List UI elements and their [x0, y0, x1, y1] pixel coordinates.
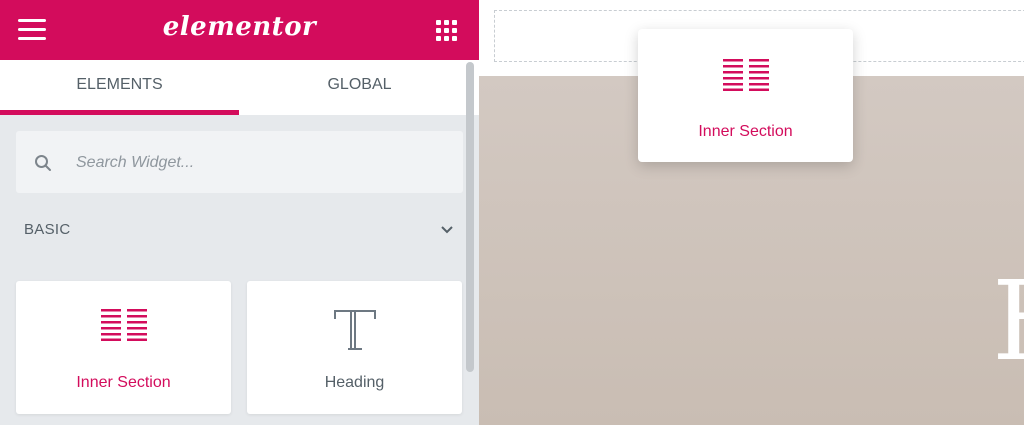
chevron-down-icon: [441, 226, 453, 234]
grid-icon[interactable]: [434, 18, 458, 42]
drag-preview-inner-section[interactable]: Inner Section: [638, 29, 853, 162]
panel-scrollbar[interactable]: [466, 62, 474, 372]
widget-heading[interactable]: Heading: [247, 281, 462, 414]
widget-label: Heading: [324, 374, 385, 391]
tab-elements[interactable]: ELEMENTS: [0, 60, 239, 115]
inner-section-icon: [722, 59, 769, 91]
panel-header: elementor: [0, 0, 479, 60]
panel-tabs: ELEMENTS GLOBAL: [0, 60, 479, 115]
search-box: [16, 131, 463, 193]
inner-section-icon: [100, 309, 147, 341]
widget-label: Inner Section: [76, 374, 171, 391]
editor-panel: elementor ELEMENTS GLOBAL BASIC: [0, 0, 479, 425]
category-basic[interactable]: BASIC: [24, 221, 454, 243]
hero-heading-glyph: H: [992, 266, 1024, 376]
category-label: BASIC: [24, 221, 71, 238]
search-input[interactable]: [74, 147, 448, 179]
drag-preview-label: Inner Section: [698, 123, 793, 140]
widget-inner-section[interactable]: Inner Section: [16, 281, 231, 414]
heading-icon: [333, 310, 376, 350]
elementor-logo: elementor: [162, 12, 317, 42]
search-icon: [35, 155, 51, 171]
tab-global[interactable]: GLOBAL: [240, 60, 479, 115]
